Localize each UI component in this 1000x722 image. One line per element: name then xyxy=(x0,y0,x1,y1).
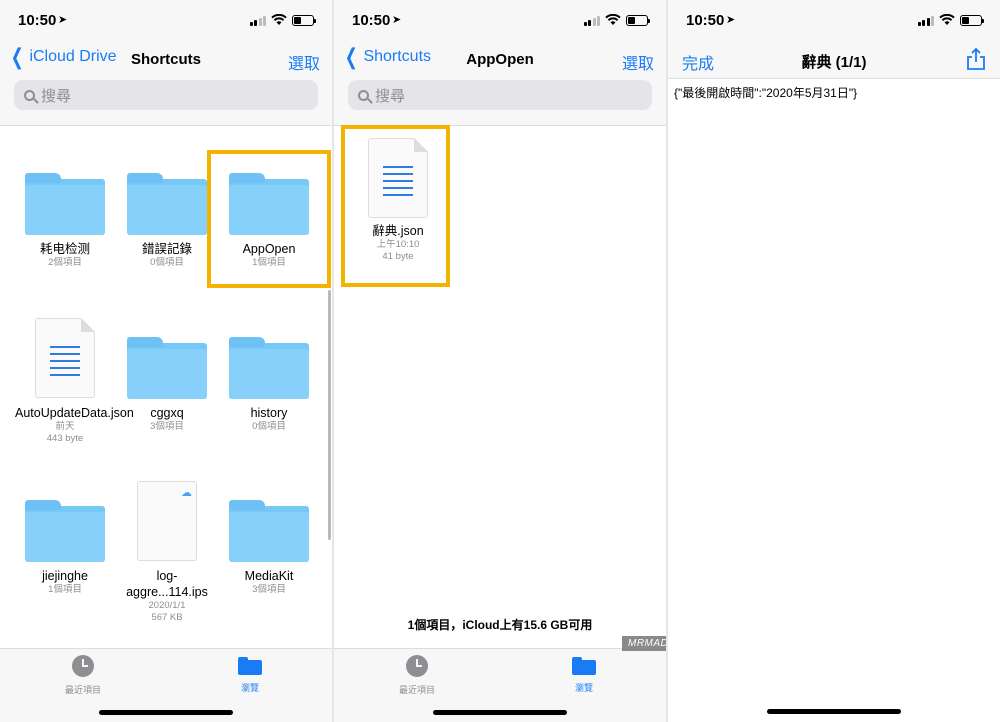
wifi-icon xyxy=(939,14,955,26)
home-indicator xyxy=(767,709,901,714)
highlight-box xyxy=(207,150,331,288)
folder-icon xyxy=(572,657,596,675)
item-size: 567 KB xyxy=(151,612,183,623)
wifi-icon xyxy=(605,14,621,26)
location-icon: ➤ xyxy=(392,14,402,26)
search-icon xyxy=(358,89,369,101)
page-title: 辭典 (1/1) xyxy=(801,54,867,71)
status-bar: 10:50 ➤ xyxy=(0,0,332,40)
search-input[interactable]: 搜尋 xyxy=(14,80,318,110)
folder-item[interactable]: MediaKit 3個項目 xyxy=(219,500,319,596)
document-icon xyxy=(35,318,95,398)
battery-icon xyxy=(960,15,984,26)
status-bar: 10:50 ➤ xyxy=(668,0,1000,40)
tab-label: 瀏覽 xyxy=(574,683,593,693)
watermark: MRMAD.COM.TW xyxy=(622,636,666,651)
signal-icon xyxy=(917,15,934,26)
folder-item[interactable]: 耗电检测 2個項目 xyxy=(15,173,115,269)
navigation-bar: ❮ Shortcuts AppOpen 選取 xyxy=(334,42,666,76)
folder-item[interactable]: cggxq 3個項目 xyxy=(117,337,217,433)
item-meta: 0個項目 xyxy=(150,257,184,268)
cloud-download-icon: ☁ xyxy=(181,487,192,499)
folder-icon xyxy=(25,173,105,235)
item-name: MediaKit xyxy=(244,569,294,583)
scrollbar[interactable] xyxy=(328,290,331,540)
search-placeholder: 搜尋 xyxy=(41,87,72,105)
item-name: AutoUpdateData.json xyxy=(15,406,134,420)
folder-icon xyxy=(238,657,262,675)
files-panel-appopen: 10:50 ➤ ❮ Shortcuts AppOpen 選取 搜尋 辭典.json… xyxy=(334,0,666,722)
navigation-bar: 完成 辭典 (1/1) xyxy=(668,42,1000,76)
select-button[interactable]: 選取 xyxy=(288,50,320,74)
navigation-bar: ❮ iCloud Drive Shortcuts 選取 xyxy=(0,42,332,76)
search-placeholder: 搜尋 xyxy=(375,87,406,105)
folder-icon xyxy=(25,500,105,562)
battery-icon xyxy=(626,15,650,26)
folder-icon xyxy=(229,500,309,562)
item-name: 耗电检测 xyxy=(39,242,90,256)
folder-item[interactable]: jiejinghe 1個項目 xyxy=(15,500,115,596)
status-time: 10:50 xyxy=(686,12,725,29)
highlight-box xyxy=(341,125,450,287)
search-icon xyxy=(24,89,35,101)
item-meta: 2020/1/1 xyxy=(148,600,186,611)
status-bar: 10:50 ➤ xyxy=(334,0,666,40)
tab-bar: 最近項目 瀏覽 xyxy=(334,648,666,722)
battery-icon xyxy=(292,15,316,26)
item-meta: 0個項目 xyxy=(252,421,286,432)
tab-label: 最近項目 xyxy=(398,685,435,695)
signal-icon xyxy=(249,15,266,26)
folder-icon xyxy=(127,337,207,399)
file-item[interactable]: ☁ log-aggre...114.ips 2020/1/1 567 KB xyxy=(117,481,217,624)
wifi-icon xyxy=(271,14,287,26)
item-name: cggxq xyxy=(150,406,184,420)
status-time: 10:50 xyxy=(18,12,57,29)
item-meta: 3個項目 xyxy=(252,584,286,595)
document-icon: ☁ xyxy=(137,481,197,561)
item-name: log-aggre...114.ips xyxy=(126,569,208,599)
item-meta: 2個項目 xyxy=(48,257,82,268)
file-content: {"最後開啟時間":"2020年5月31日"} xyxy=(674,86,858,100)
page-title: AppOpen xyxy=(466,51,534,68)
item-name: jiejinghe xyxy=(42,569,88,583)
home-indicator xyxy=(433,710,567,715)
status-time: 10:50 xyxy=(352,12,391,29)
tab-recent[interactable]: 最近項目 xyxy=(377,655,457,696)
clock-icon xyxy=(72,655,94,677)
clock-icon xyxy=(406,655,428,677)
tab-browse[interactable]: 瀏覽 xyxy=(210,655,290,694)
preview-panel: 10:50 ➤ 完成 辭典 (1/1) {"最後開啟時間":"2020年5月31… xyxy=(668,0,1000,722)
item-meta: 1個項目 xyxy=(48,584,82,595)
tab-label: 最近項目 xyxy=(64,685,101,695)
tab-label: 瀏覽 xyxy=(240,683,259,693)
folder-icon xyxy=(127,173,207,235)
item-name: history xyxy=(250,406,288,420)
select-button[interactable]: 選取 xyxy=(622,50,654,74)
tab-bar: 最近項目 瀏覽 xyxy=(0,648,332,722)
storage-info: 1個項目，iCloud上有15.6 GB可用 xyxy=(407,618,593,632)
folder-item[interactable]: history 0個項目 xyxy=(219,337,319,433)
tab-browse[interactable]: 瀏覽 xyxy=(544,655,624,694)
files-panel-shortcuts: 10:50 ➤ ❮ iCloud Drive Shortcuts 選取 搜尋 耗电… xyxy=(0,0,332,722)
share-icon[interactable] xyxy=(966,47,986,70)
folder-item[interactable]: 錯誤記錄 0個項目 xyxy=(117,173,217,269)
item-name: 錯誤記錄 xyxy=(141,242,192,256)
item-meta: 3個項目 xyxy=(150,421,184,432)
home-indicator xyxy=(99,710,233,715)
item-meta: 前天 xyxy=(55,421,75,432)
tab-recent[interactable]: 最近項目 xyxy=(43,655,123,696)
search-input[interactable]: 搜尋 xyxy=(348,80,652,110)
signal-icon xyxy=(583,15,600,26)
location-icon: ➤ xyxy=(726,14,736,26)
item-size: 443 byte xyxy=(46,433,84,444)
page-title: Shortcuts xyxy=(130,51,201,68)
location-icon: ➤ xyxy=(58,14,68,26)
file-item[interactable]: AutoUpdateData.json 前天 443 byte xyxy=(15,318,134,445)
folder-icon xyxy=(229,337,309,399)
